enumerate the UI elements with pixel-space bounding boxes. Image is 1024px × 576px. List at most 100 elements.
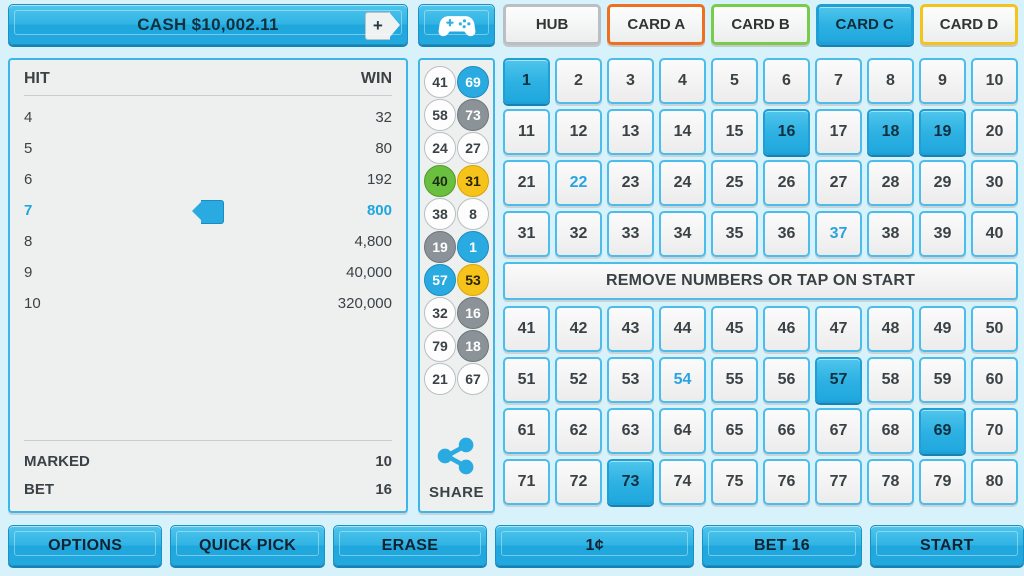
number-cell-62[interactable]: 62 (555, 408, 602, 454)
tab-hub[interactable]: HUB (503, 4, 602, 45)
number-cell-46[interactable]: 46 (763, 306, 810, 352)
number-cell-75[interactable]: 75 (711, 459, 758, 505)
number-cell-5[interactable]: 5 (711, 58, 758, 104)
number-cell-3[interactable]: 3 (607, 58, 654, 104)
number-cell-66[interactable]: 66 (763, 408, 810, 454)
number-cell-9[interactable]: 9 (919, 58, 966, 104)
number-cell-28[interactable]: 28 (867, 160, 914, 206)
number-cell-7[interactable]: 7 (815, 58, 862, 104)
number-cell-16[interactable]: 16 (763, 109, 810, 155)
number-cell-45[interactable]: 45 (711, 306, 758, 352)
number-cell-48[interactable]: 48 (867, 306, 914, 352)
number-cell-37[interactable]: 37 (815, 211, 862, 257)
paytable-row[interactable]: 10 320,000 (24, 288, 392, 319)
number-cell-68[interactable]: 68 (867, 408, 914, 454)
number-cell-74[interactable]: 74 (659, 459, 706, 505)
number-cell-54[interactable]: 54 (659, 357, 706, 403)
number-cell-47[interactable]: 47 (815, 306, 862, 352)
paytable-row-highlighted[interactable]: 7 800 (24, 195, 392, 226)
number-cell-49[interactable]: 49 (919, 306, 966, 352)
number-cell-56[interactable]: 56 (763, 357, 810, 403)
tab-card-c[interactable]: CARD C (815, 4, 914, 45)
paytable-row[interactable]: 4 32 (24, 102, 392, 133)
number-cell-64[interactable]: 64 (659, 408, 706, 454)
cash-balance-button[interactable]: CASH $10,002.11 + (8, 4, 408, 45)
paytable-row[interactable]: 6 192 (24, 164, 392, 195)
number-cell-53[interactable]: 53 (607, 357, 654, 403)
number-cell-2[interactable]: 2 (555, 58, 602, 104)
bet-button[interactable]: BET 16 (702, 525, 862, 566)
number-cell-17[interactable]: 17 (815, 109, 862, 155)
number-cell-22[interactable]: 22 (555, 160, 602, 206)
number-cell-18[interactable]: 18 (867, 109, 914, 155)
number-cell-11[interactable]: 11 (503, 109, 550, 155)
paytable-row[interactable]: 8 4,800 (24, 226, 392, 257)
tab-card-a[interactable]: CARD A (607, 4, 706, 45)
tab-card-d[interactable]: CARD D (919, 4, 1019, 45)
add-credit-button[interactable]: + (365, 11, 400, 40)
number-cell-55[interactable]: 55 (711, 357, 758, 403)
game-menu-button[interactable] (418, 4, 495, 45)
number-cell-76[interactable]: 76 (763, 459, 810, 505)
number-cell-38[interactable]: 38 (867, 211, 914, 257)
number-cell-34[interactable]: 34 (659, 211, 706, 257)
number-cell-73[interactable]: 73 (607, 459, 654, 505)
number-cell-24[interactable]: 24 (659, 160, 706, 206)
number-cell-57[interactable]: 57 (815, 357, 862, 403)
number-cell-15[interactable]: 15 (711, 109, 758, 155)
number-cell-79[interactable]: 79 (919, 459, 966, 505)
number-cell-71[interactable]: 71 (503, 459, 550, 505)
options-button[interactable]: OPTIONS (8, 525, 163, 566)
number-cell-21[interactable]: 21 (503, 160, 550, 206)
number-cell-63[interactable]: 63 (607, 408, 654, 454)
number-cell-14[interactable]: 14 (659, 109, 706, 155)
start-button[interactable]: START (869, 525, 1024, 566)
number-cell-8[interactable]: 8 (867, 58, 914, 104)
number-cell-31[interactable]: 31 (503, 211, 550, 257)
number-cell-69[interactable]: 69 (919, 408, 966, 454)
tab-card-b[interactable]: CARD B (711, 4, 810, 45)
number-cell-72[interactable]: 72 (555, 459, 602, 505)
number-cell-60[interactable]: 60 (971, 357, 1018, 403)
number-cell-51[interactable]: 51 (503, 357, 550, 403)
number-cell-4[interactable]: 4 (659, 58, 706, 104)
number-cell-42[interactable]: 42 (555, 306, 602, 352)
number-cell-12[interactable]: 12 (555, 109, 602, 155)
coin-value-button[interactable]: 1¢ (495, 525, 695, 566)
number-cell-33[interactable]: 33 (607, 211, 654, 257)
number-cell-67[interactable]: 67 (815, 408, 862, 454)
number-cell-44[interactable]: 44 (659, 306, 706, 352)
erase-button[interactable]: ERASE (332, 525, 488, 566)
number-cell-29[interactable]: 29 (919, 160, 966, 206)
number-cell-50[interactable]: 50 (971, 306, 1018, 352)
number-cell-30[interactable]: 30 (971, 160, 1018, 206)
number-cell-1[interactable]: 1 (503, 58, 550, 104)
number-cell-77[interactable]: 77 (815, 459, 862, 505)
number-cell-52[interactable]: 52 (555, 357, 602, 403)
number-cell-40[interactable]: 40 (971, 211, 1018, 257)
number-cell-43[interactable]: 43 (607, 306, 654, 352)
number-cell-23[interactable]: 23 (607, 160, 654, 206)
number-cell-13[interactable]: 13 (607, 109, 654, 155)
number-cell-58[interactable]: 58 (867, 357, 914, 403)
number-cell-27[interactable]: 27 (815, 160, 862, 206)
number-cell-59[interactable]: 59 (919, 357, 966, 403)
number-cell-20[interactable]: 20 (971, 109, 1018, 155)
number-cell-32[interactable]: 32 (555, 211, 602, 257)
number-cell-10[interactable]: 10 (971, 58, 1018, 104)
number-cell-35[interactable]: 35 (711, 211, 758, 257)
share-button[interactable]: SHARE (429, 434, 484, 505)
number-cell-65[interactable]: 65 (711, 408, 758, 454)
number-cell-25[interactable]: 25 (711, 160, 758, 206)
number-cell-78[interactable]: 78 (867, 459, 914, 505)
number-cell-70[interactable]: 70 (971, 408, 1018, 454)
paytable-row[interactable]: 5 80 (24, 133, 392, 164)
number-cell-80[interactable]: 80 (971, 459, 1018, 505)
number-cell-36[interactable]: 36 (763, 211, 810, 257)
number-cell-26[interactable]: 26 (763, 160, 810, 206)
number-cell-39[interactable]: 39 (919, 211, 966, 257)
number-cell-19[interactable]: 19 (919, 109, 966, 155)
quick-pick-button[interactable]: QUICK PICK (170, 525, 325, 566)
number-cell-41[interactable]: 41 (503, 306, 550, 352)
paytable-row[interactable]: 9 40,000 (24, 257, 392, 288)
